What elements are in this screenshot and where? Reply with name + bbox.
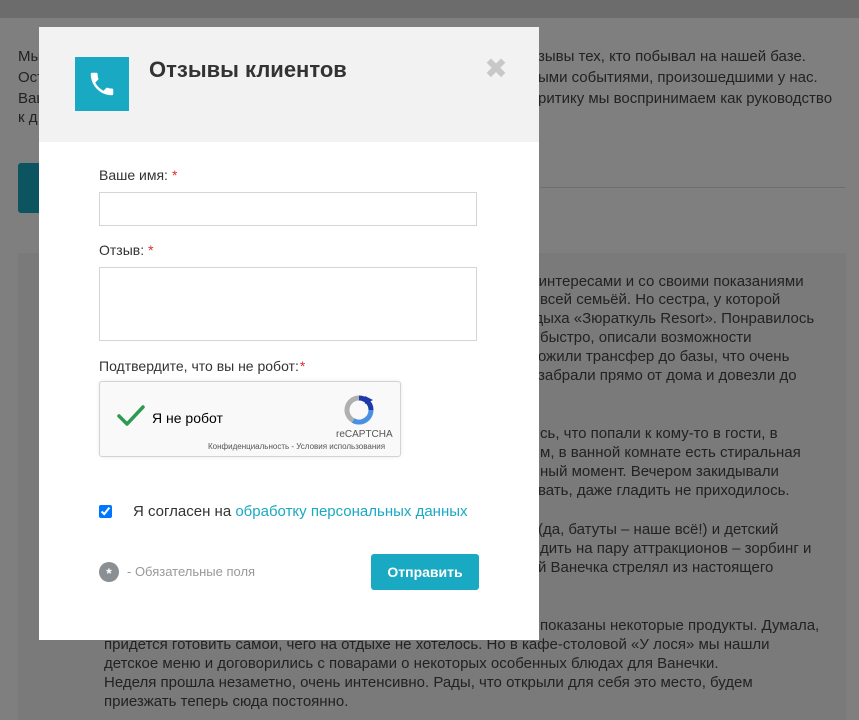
phone-icon <box>75 57 129 111</box>
modal-title: Отзывы клиентов <box>149 57 347 82</box>
name-input[interactable] <box>99 192 477 226</box>
review-modal: Отзывы клиентов ✖ Ваше имя: * Отзыв: * Под… <box>39 27 539 640</box>
recaptcha-logo-icon <box>343 394 375 431</box>
asterisk-icon: * <box>99 562 119 582</box>
consent-text: Я согласен на <box>133 503 232 520</box>
captcha-label-text: Подтвердите, что вы не робот: <box>99 358 299 374</box>
name-label-text: Ваше имя: <box>99 167 168 183</box>
close-icon[interactable]: ✖ <box>484 55 508 83</box>
captcha-label: Подтвердите, что вы не робот:* <box>99 358 305 374</box>
required-mark: * <box>299 358 306 374</box>
checkmark-icon[interactable] <box>116 404 146 433</box>
review-textarea[interactable] <box>99 267 477 341</box>
submit-button[interactable]: Отправить <box>371 554 479 590</box>
required-note-text: - Обязательные поля <box>127 564 256 579</box>
review-label-text: Отзыв: <box>99 242 145 258</box>
required-mark: * <box>171 167 178 183</box>
required-mark: * <box>148 242 154 258</box>
name-label: Ваше имя: * <box>99 167 177 183</box>
recaptcha-widget[interactable]: Я не робот reCAPTCHA Конфиденциальность … <box>99 381 401 457</box>
privacy-link[interactable]: обработку персональных данных <box>235 503 467 520</box>
recaptcha-text: Я не робот <box>152 410 223 426</box>
review-label: Отзыв: * <box>99 242 154 258</box>
consent-checkbox[interactable] <box>99 505 112 518</box>
recaptcha-links[interactable]: Конфиденциальность - Условия использован… <box>208 442 385 451</box>
recaptcha-brand: reCAPTCHA <box>336 429 393 440</box>
consent-label: Я согласен на обработку персональных дан… <box>133 503 468 520</box>
modal-header: Отзывы клиентов ✖ <box>39 27 539 142</box>
